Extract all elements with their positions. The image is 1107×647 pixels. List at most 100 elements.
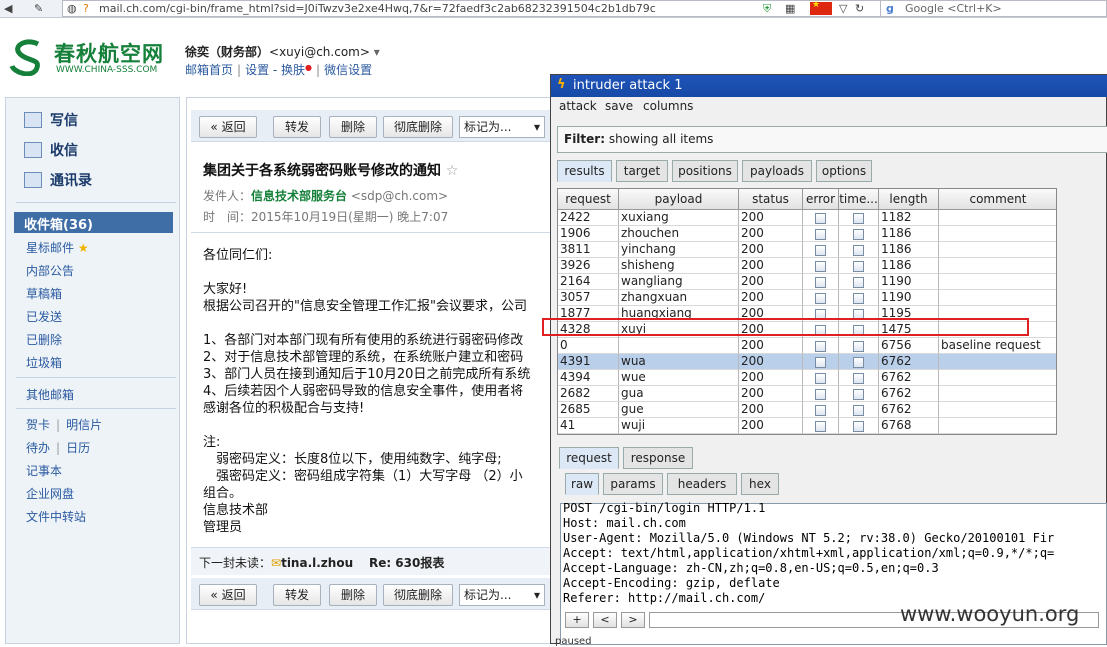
star-outline-icon[interactable]: ☆ bbox=[446, 163, 459, 179]
delete-button[interactable]: 删除 bbox=[329, 116, 377, 138]
tab-options[interactable]: options bbox=[816, 160, 872, 182]
forward-button-bottom[interactable]: 转发 bbox=[273, 584, 321, 606]
link-file-transfer[interactable]: 文件中转站 bbox=[26, 508, 86, 525]
reload-icon[interactable]: ↻ bbox=[855, 1, 864, 16]
table-row[interactable]: 1906 zhouchen 200 1186 bbox=[558, 226, 1056, 242]
table-row[interactable]: 3926 shisheng 200 1186 bbox=[558, 258, 1056, 274]
folder-spam[interactable]: 垃圾箱 bbox=[26, 354, 62, 371]
link-todo[interactable]: 待办 bbox=[26, 441, 50, 455]
checkbox-icon bbox=[814, 341, 826, 352]
tab-params[interactable]: params bbox=[603, 473, 663, 495]
permanent-delete-button-bottom[interactable]: 彻底删除 bbox=[383, 584, 453, 606]
mark-as-select[interactable]: 标记为... ▾ bbox=[459, 116, 545, 138]
table-row[interactable]: 2422 xuxiang 200 1182 bbox=[558, 210, 1056, 226]
checkbox-icon bbox=[814, 421, 826, 432]
shield-icon[interactable]: ⛨ bbox=[763, 1, 771, 16]
tab-results[interactable]: results bbox=[557, 160, 612, 182]
prev-button[interactable]: < bbox=[593, 612, 617, 628]
link-wechat-settings[interactable]: 微信设置 bbox=[324, 63, 372, 77]
menu-columns[interactable]: columns bbox=[643, 99, 693, 113]
mail-toolbar-bottom: « 返回 转发 删除 彻底删除 标记为... ▾ bbox=[191, 578, 553, 610]
col-request[interactable]: request bbox=[558, 189, 619, 210]
col-error[interactable]: error bbox=[803, 189, 839, 210]
table-row[interactable]: 41 wuji 200 6768 bbox=[558, 418, 1056, 434]
table-row[interactable]: 0 200 6756 baseline request bbox=[558, 338, 1056, 354]
menu-attack[interactable]: attack bbox=[559, 99, 597, 113]
col-status[interactable]: status bbox=[739, 189, 803, 210]
back-button-bottom[interactable]: « 返回 bbox=[199, 584, 257, 606]
link-notepad[interactable]: 记事本 bbox=[26, 462, 62, 479]
back-button[interactable]: « 返回 bbox=[199, 116, 257, 138]
compose-button[interactable]: 写信 bbox=[24, 110, 78, 130]
folder-announcements[interactable]: 内部公告 bbox=[26, 262, 74, 279]
permanent-delete-button[interactable]: 彻底删除 bbox=[383, 116, 453, 138]
sender-name[interactable]: 信息技术部服务台 bbox=[251, 189, 347, 203]
other-mailboxes[interactable]: 其他邮箱 bbox=[26, 386, 74, 403]
folder-sent[interactable]: 已发送 bbox=[26, 308, 62, 325]
folder-drafts[interactable]: 草稿箱 bbox=[26, 285, 62, 302]
col-comment[interactable]: comment bbox=[939, 189, 1056, 210]
tab-request[interactable]: request bbox=[559, 447, 619, 469]
table-row[interactable]: 2164 wangliang 200 1190 bbox=[558, 274, 1056, 290]
cell-comment bbox=[939, 418, 1056, 434]
folder-starred[interactable]: 星标邮件 ★ bbox=[26, 239, 89, 256]
tab-hex[interactable]: hex bbox=[741, 473, 779, 495]
col-timeout[interactable]: time... bbox=[839, 189, 879, 210]
user-info: 徐奕（财务部）<xuyi@ch.com> ▾ bbox=[185, 43, 380, 60]
mark-as-select-bottom[interactable]: 标记为... ▾ bbox=[459, 584, 545, 606]
cell-timeout bbox=[839, 370, 879, 386]
tab-response[interactable]: response bbox=[623, 447, 693, 469]
back-icon[interactable]: ◀ bbox=[4, 1, 12, 16]
table-row[interactable]: 3057 zhangxuan 200 1190 bbox=[558, 290, 1056, 306]
table-row[interactable]: 2682 gua 200 6762 bbox=[558, 386, 1056, 402]
inbox-item[interactable]: 收件箱(36) bbox=[14, 212, 173, 233]
dropdown-icon[interactable]: ▽ bbox=[839, 1, 847, 16]
forward-button[interactable]: 转发 bbox=[273, 116, 321, 138]
link-settings-skin[interactable]: 设置 - 换肤 bbox=[245, 63, 305, 77]
wrench-icon[interactable]: ✎ bbox=[34, 1, 43, 16]
cell-status: 200 bbox=[739, 338, 803, 354]
filter-bar[interactable]: Filter: showing all items bbox=[557, 126, 1107, 153]
info-icon: ? bbox=[83, 2, 89, 15]
qr-icon[interactable]: ▦ bbox=[785, 1, 795, 16]
cell-request: 1906 bbox=[558, 226, 619, 242]
tab-headers[interactable]: headers bbox=[667, 473, 737, 495]
next-subject[interactable]: Re: 630报表 bbox=[369, 556, 444, 570]
table-row[interactable]: 4394 wue 200 6762 bbox=[558, 370, 1056, 386]
link-postcards[interactable]: 明信片 bbox=[66, 418, 102, 432]
tab-positions[interactable]: positions bbox=[672, 160, 738, 182]
table-row[interactable]: 4391 wua 200 6762 bbox=[558, 354, 1056, 370]
link-netdisk[interactable]: 企业网盘 bbox=[26, 485, 74, 502]
tab-target[interactable]: target bbox=[616, 160, 668, 182]
link-calendar[interactable]: 日历 bbox=[66, 441, 90, 455]
table-row[interactable]: 2685 gue 200 6762 bbox=[558, 402, 1056, 418]
cell-comment bbox=[939, 210, 1056, 226]
checkbox-icon bbox=[814, 293, 826, 304]
menu-save[interactable]: save bbox=[605, 99, 633, 113]
link-mail-home[interactable]: 邮箱首页 bbox=[185, 63, 233, 77]
next-button[interactable]: > bbox=[621, 612, 645, 628]
user-dropdown-icon[interactable]: ▾ bbox=[374, 45, 380, 59]
contacts-button[interactable]: 通讯录 bbox=[24, 170, 92, 190]
next-sender[interactable]: tina.l.zhou bbox=[281, 556, 353, 570]
tab-raw[interactable]: raw bbox=[565, 473, 599, 495]
cell-payload bbox=[619, 338, 739, 354]
col-payload[interactable]: payload bbox=[619, 189, 739, 210]
receive-button[interactable]: 收信 bbox=[24, 140, 78, 160]
address-bar[interactable]: ◍ ? mail.ch.com/cgi-bin/frame_html?sid=J… bbox=[62, 0, 898, 17]
sender-line: 发件人：信息技术部服务台 <sdp@ch.com> bbox=[203, 189, 449, 203]
cell-error bbox=[803, 258, 839, 274]
tab-payloads[interactable]: payloads bbox=[742, 160, 812, 182]
user-name: 徐奕（财务部） bbox=[185, 45, 270, 59]
plus-button[interactable]: + bbox=[565, 612, 589, 628]
col-length[interactable]: length bbox=[879, 189, 939, 210]
cell-status: 200 bbox=[739, 290, 803, 306]
table-row[interactable]: 3811 yinchang 200 1186 bbox=[558, 242, 1056, 258]
folder-deleted[interactable]: 已删除 bbox=[26, 331, 62, 348]
cell-status: 200 bbox=[739, 274, 803, 290]
link-cards[interactable]: 贺卡 bbox=[26, 418, 50, 432]
cell-timeout bbox=[839, 338, 879, 354]
search-input[interactable]: g Google <Ctrl+K> bbox=[880, 0, 1107, 17]
cell-request: 41 bbox=[558, 418, 619, 434]
delete-button-bottom[interactable]: 删除 bbox=[329, 584, 377, 606]
